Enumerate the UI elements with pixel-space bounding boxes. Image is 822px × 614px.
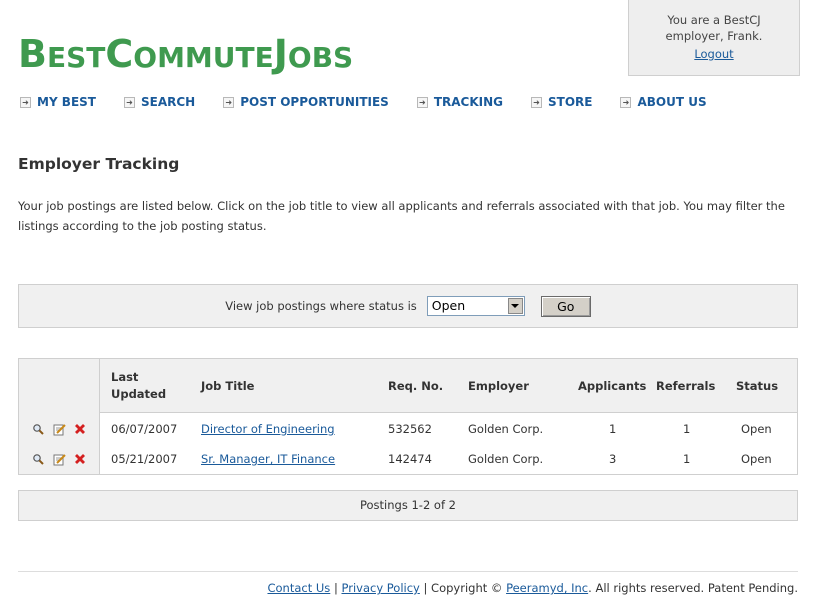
nav-item-about-us[interactable]: ➜ ABOUT US — [620, 94, 707, 110]
arrow-right-icon: ➜ — [416, 96, 428, 108]
cell-referrals: 1 — [683, 452, 691, 466]
job-title-link[interactable]: Sr. Manager, IT Finance — [201, 452, 335, 466]
magnifier-icon[interactable] — [31, 452, 45, 466]
cell-employer: Golden Corp. — [468, 422, 544, 436]
main-nav: ➜ MY BEST ➜ SEARCH ➜ POST OPPORTUNITIES … — [20, 94, 735, 110]
col-employer: Employer — [468, 379, 529, 393]
status-filter-panel: View job postings where status is Open G… — [18, 284, 798, 328]
footer-rights: . All rights reserved. Patent Pending. — [588, 581, 798, 595]
user-greeting-line1: You are a BestCJ — [667, 13, 761, 27]
cell-employer: Golden Corp. — [468, 452, 544, 466]
go-button[interactable]: Go — [540, 295, 591, 317]
table-row: 06/07/2007 Director of Engineering 53256… — [19, 419, 797, 441]
nav-item-post-opportunities[interactable]: ➜ POST OPPORTUNITIES — [223, 94, 389, 110]
col-status: Status — [736, 379, 779, 393]
col-last-updated-line1: Last — [111, 370, 139, 384]
col-last-updated-line2: Updated — [111, 387, 167, 401]
arrow-right-icon: ➜ — [123, 96, 135, 108]
nav-label: SEARCH — [140, 95, 196, 109]
col-job-title: Job Title — [201, 379, 255, 393]
user-info-box: You are a BestCJ employer, Frank. Logout — [628, 0, 800, 76]
chevron-down-icon[interactable] — [507, 298, 523, 314]
edit-icon[interactable] — [52, 452, 66, 466]
privacy-policy-link[interactable]: Privacy Policy — [341, 581, 419, 595]
delete-icon[interactable] — [73, 422, 87, 436]
pagination-summary: Postings 1-2 of 2 — [18, 490, 798, 521]
cell-last-updated: 05/21/2007 — [111, 452, 178, 466]
table-row: 05/21/2007 Sr. Manager, IT Finance 14247… — [19, 449, 797, 471]
job-title-link[interactable]: Director of Engineering — [201, 422, 335, 436]
intro-text: Your job postings are listed below. Clic… — [18, 199, 785, 233]
nav-item-search[interactable]: ➜ SEARCH — [123, 94, 196, 110]
logout-link[interactable]: Logout — [694, 47, 733, 61]
page-title: Employer Tracking — [18, 155, 180, 173]
nav-item-tracking[interactable]: ➜ TRACKING — [416, 94, 504, 110]
cell-last-updated: 06/07/2007 — [111, 422, 178, 436]
footer-separator: | — [333, 581, 338, 595]
cell-referrals: 1 — [683, 422, 691, 436]
cell-req-no: 532562 — [388, 422, 432, 436]
footer-copyright: | Copyright © — [423, 581, 503, 595]
cell-status: Open — [741, 422, 772, 436]
arrow-right-icon: ➜ — [531, 96, 543, 108]
table-header: Last Updated Job Title Req. No. Employer… — [100, 359, 797, 413]
status-select-value: Open — [431, 298, 466, 313]
edit-icon[interactable] — [52, 422, 66, 436]
site-logo[interactable]: BESTCOMMUTEJOBS — [18, 34, 353, 78]
company-link[interactable]: Peeramyd, Inc — [506, 581, 588, 595]
nav-label: TRACKING — [433, 95, 504, 109]
logo-text: BESTCOMMUTEJOBS — [18, 32, 354, 76]
arrow-right-icon: ➜ — [20, 96, 31, 108]
nav-item-store[interactable]: ➜ STORE — [531, 94, 592, 110]
cell-applicants: 3 — [609, 452, 617, 466]
cell-applicants: 1 — [609, 422, 617, 436]
delete-icon[interactable] — [73, 452, 87, 466]
user-greeting-line2: employer, Frank. — [665, 29, 763, 43]
status-select[interactable]: Open — [426, 296, 525, 316]
contact-us-link[interactable]: Contact Us — [267, 581, 330, 595]
nav-label: POST OPPORTUNITIES — [240, 95, 389, 109]
arrow-right-icon: ➜ — [620, 96, 632, 108]
filter-label: View job postings where status is — [225, 299, 417, 313]
col-applicants: Applicants — [578, 379, 647, 393]
nav-label: MY BEST — [37, 95, 96, 109]
arrow-right-icon: ➜ — [223, 96, 235, 108]
nav-item-my-best[interactable]: ➜ MY BEST — [20, 94, 96, 110]
nav-label: ABOUT US — [637, 95, 707, 109]
col-req-no: Req. No. — [388, 379, 444, 393]
magnifier-icon[interactable] — [31, 422, 45, 436]
nav-label: STORE — [548, 95, 593, 109]
col-referrals: Referrals — [656, 379, 716, 393]
footer: Contact Us | Privacy Policy | Copyright … — [267, 581, 798, 595]
cell-status: Open — [741, 452, 772, 466]
footer-divider — [18, 571, 798, 572]
cell-req-no: 142474 — [388, 452, 432, 466]
postings-table: Last Updated Job Title Req. No. Employer… — [18, 358, 798, 475]
col-last-updated: Last Updated — [111, 369, 166, 403]
